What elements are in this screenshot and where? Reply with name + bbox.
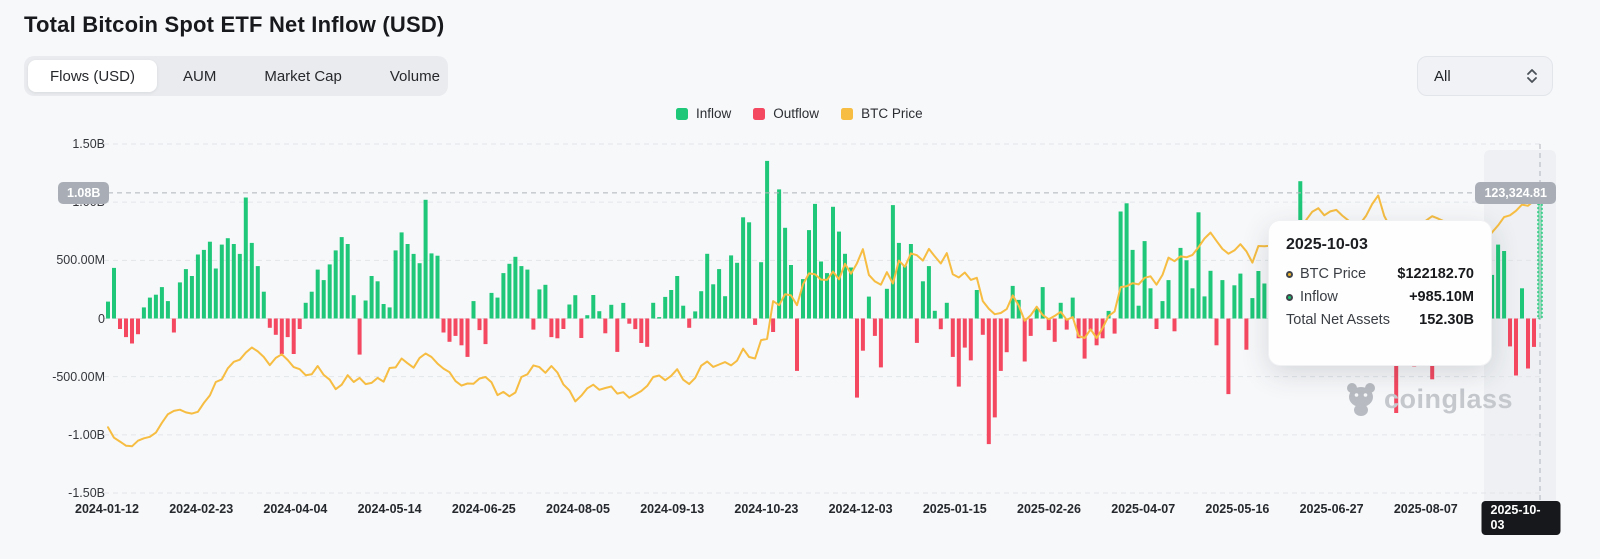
tooltip-row-total-net-assets: Total Net Assets 152.30B (1286, 312, 1474, 328)
chart-tooltip: 2025-10-03 BTC Price $122182.70 Inflow +… (1268, 220, 1492, 366)
x-tick-label: 2024-02-23 (155, 502, 247, 516)
crosshair-right-value-badge: 123,324.81 (1475, 182, 1556, 204)
x-tick-label: 2024-05-14 (344, 502, 436, 516)
tooltip-date: 2025-10-03 (1286, 236, 1474, 254)
x-tick-label: 2024-06-25 (438, 502, 530, 516)
tooltip-row-btc-price: BTC Price $122182.70 (1286, 266, 1474, 282)
x-tick-label: 2024-04-04 (249, 502, 341, 516)
btc-price-dot-icon (1286, 271, 1293, 278)
watermark-label: coinglass (1384, 384, 1513, 415)
tooltip-row-inflow: Inflow +985.10M (1286, 289, 1474, 305)
x-tick-label: 2025-06-27 (1286, 502, 1378, 516)
x-tick-label: 2025-08-07 (1380, 502, 1472, 516)
y-tick-label: -1.00B (25, 428, 105, 442)
x-tick-label: 2025-02-26 (1003, 502, 1095, 516)
y-tick-label: -1.50B (25, 486, 105, 500)
x-tick-label: 2025-04-07 (1097, 502, 1189, 516)
etf-flow-dashboard: Total Bitcoin Spot ETF Net Inflow (USD) … (0, 0, 1600, 559)
coinglass-bear-icon (1344, 381, 1378, 417)
tooltip-inflow-value: +985.10M (1409, 289, 1474, 305)
inflow-dot-icon (1286, 294, 1293, 301)
x-tick-label: 2024-10-23 (720, 502, 812, 516)
x-tick-label: 2025-01-15 (909, 502, 1001, 516)
crosshair-left-value-badge: 1.08B (58, 182, 109, 204)
x-tick-label: 2024-12-03 (815, 502, 907, 516)
crosshair-date-badge: 2025-10-03 (1482, 501, 1561, 535)
y-tick-label: 500.00M (25, 253, 105, 267)
tooltip-total-net-assets-value: 152.30B (1419, 312, 1474, 328)
coinglass-watermark: coinglass (1344, 381, 1513, 417)
x-tick-label: 2025-05-16 (1191, 502, 1283, 516)
x-tick-label: 2024-09-13 (626, 502, 718, 516)
y-tick-label: 0 (25, 312, 105, 326)
tooltip-btc-price-value: $122182.70 (1397, 266, 1474, 282)
x-tick-label: 2024-01-12 (61, 502, 153, 516)
y-tick-label: 1.50B (25, 137, 105, 151)
x-tick-label: 2024-08-05 (532, 502, 624, 516)
y-tick-label: -500.00M (25, 370, 105, 384)
